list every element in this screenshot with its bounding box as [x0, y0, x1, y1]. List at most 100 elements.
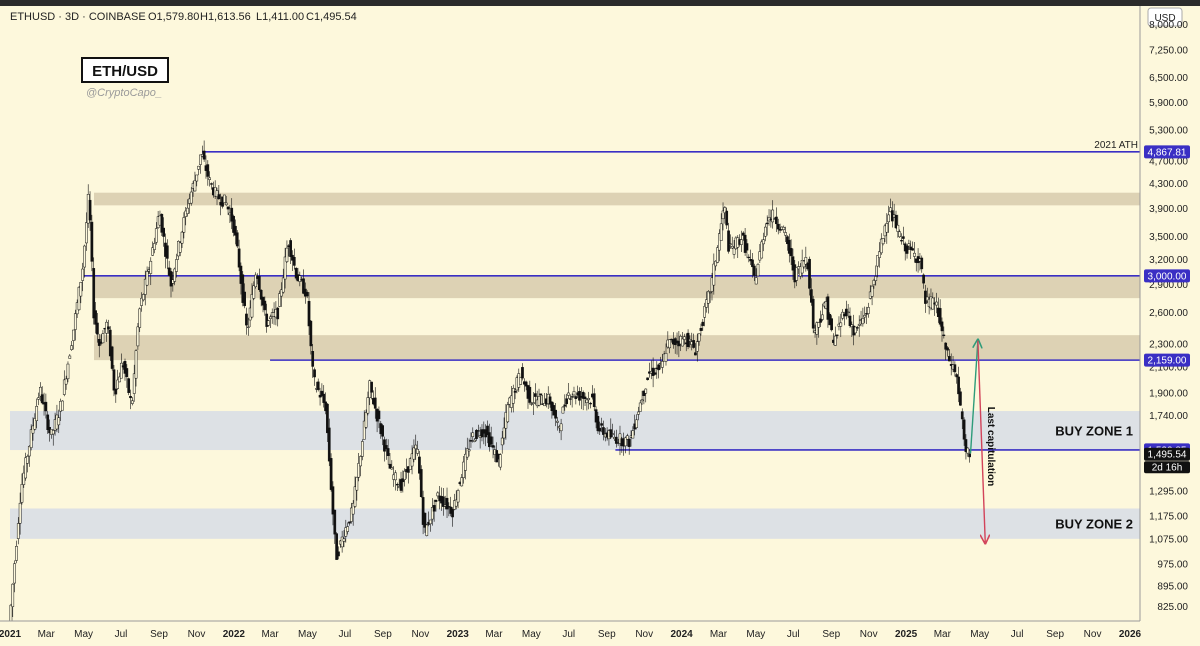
candle-body-up: [149, 260, 153, 274]
candle-body-down: [94, 310, 97, 325]
candle-body-up: [896, 224, 900, 232]
candle-body-up: [193, 180, 197, 192]
candle-body-down: [922, 274, 925, 284]
candle-body-up: [740, 239, 743, 245]
candle-body-down: [114, 388, 118, 395]
candle-body-up: [631, 430, 635, 439]
candle-body-up: [180, 231, 184, 244]
candle-body-up: [57, 417, 61, 426]
candle-body-up: [887, 214, 890, 223]
candle-body-up: [83, 245, 86, 268]
candle-body-up: [136, 326, 140, 347]
candle-body-down: [237, 248, 241, 268]
x-tick-label: Mar: [261, 629, 279, 640]
candle-body-down: [578, 391, 581, 401]
ohlc-open: O1,579.80: [148, 11, 199, 23]
candle: [329, 453, 333, 492]
candle-body-down: [469, 440, 473, 442]
price-chart[interactable]: BUY ZONE 1 BUY ZONE 2 2021 ATH Last capit…: [0, 0, 1200, 646]
chart-title: ETH/USD: [92, 63, 158, 80]
candle-body-up: [13, 563, 16, 584]
candle-body-down: [602, 427, 605, 435]
candle-body-down: [434, 499, 438, 502]
candle-body-down: [653, 372, 657, 375]
candle: [223, 194, 226, 203]
candle-body-up: [101, 333, 105, 344]
candle: [110, 345, 114, 371]
candle-body-up: [771, 209, 775, 223]
candle-body-up: [660, 361, 664, 368]
candle: [419, 465, 423, 498]
candle-body-down: [692, 340, 695, 348]
x-tick-label: Mar: [710, 629, 728, 640]
candle-body-up: [644, 388, 648, 394]
candle-body-up: [68, 355, 72, 359]
candle-body-up: [637, 411, 640, 415]
candle-body-up: [66, 363, 70, 380]
candle-body-down: [830, 318, 833, 331]
candle-body-up: [817, 322, 821, 328]
candle-body-down: [377, 410, 381, 420]
candle-body-down: [206, 164, 210, 177]
candle-body-down: [327, 427, 331, 462]
candle-body-down: [276, 307, 280, 320]
candle-body-down: [311, 351, 315, 367]
candle: [61, 400, 64, 411]
candle-body-down: [309, 320, 313, 347]
candle-body-up: [611, 433, 614, 435]
candle-body-up: [467, 449, 471, 452]
y-tick-label: 825.00: [1157, 602, 1188, 613]
candle-body-up: [638, 402, 642, 412]
candle-body-down: [955, 374, 959, 378]
candle-body-up: [499, 454, 502, 468]
x-tick-label: 2024: [671, 629, 694, 640]
candle-body-up: [224, 202, 228, 206]
candle-body-down: [609, 429, 613, 438]
candle-body-up: [764, 226, 767, 237]
candle-body-up: [668, 339, 672, 349]
candle-body-up: [833, 335, 837, 346]
x-tick-label: Jul: [338, 629, 351, 640]
x-tick-label: May: [522, 629, 541, 640]
x-tick-label: May: [74, 629, 93, 640]
candle-body-down: [165, 245, 169, 259]
candle-body-down: [348, 521, 351, 524]
candle-body-up: [390, 467, 394, 470]
candle-body-down: [521, 367, 524, 379]
candle-body-down: [313, 369, 316, 378]
candle-body-down: [539, 393, 543, 396]
candle-body-up: [881, 238, 885, 245]
y-tick-label: 975.00: [1157, 559, 1188, 570]
candle-body-up: [175, 259, 178, 272]
x-tick-label: May: [298, 629, 317, 640]
ath-note: 2021 ATH: [1094, 140, 1138, 151]
level-tag-1-text: 4,867.81: [1148, 147, 1187, 158]
candle-body-up: [664, 353, 668, 362]
candle-body-up: [18, 502, 22, 524]
candle-body-up: [625, 435, 629, 440]
candle-body-up: [473, 439, 476, 442]
candle-body-down: [694, 352, 697, 356]
candle-body-down: [808, 258, 811, 289]
candle-body-up: [872, 280, 876, 286]
candle-body-up: [640, 399, 644, 402]
candle-body-up: [85, 222, 88, 244]
candle-body-down: [162, 227, 165, 237]
candle-body-up: [683, 336, 686, 340]
candle-body-down: [600, 423, 603, 426]
candle-body-up: [585, 399, 589, 403]
x-tick-label: Mar: [485, 629, 503, 640]
candle-body-up: [846, 311, 850, 313]
x-tick-label: Nov: [411, 629, 429, 640]
x-tick-label: 2021: [0, 629, 22, 640]
candle-body-up: [285, 247, 289, 262]
candle-body-up: [340, 536, 344, 548]
candle-body-down: [848, 315, 852, 326]
x-tick-label: Nov: [188, 629, 206, 640]
candle-body-down: [235, 232, 239, 247]
candle-body-up: [688, 339, 692, 342]
candle-body-up: [885, 223, 889, 233]
x-tick-label: Sep: [598, 629, 616, 640]
candle-body-down: [476, 430, 480, 432]
candle-body-down: [169, 271, 173, 287]
